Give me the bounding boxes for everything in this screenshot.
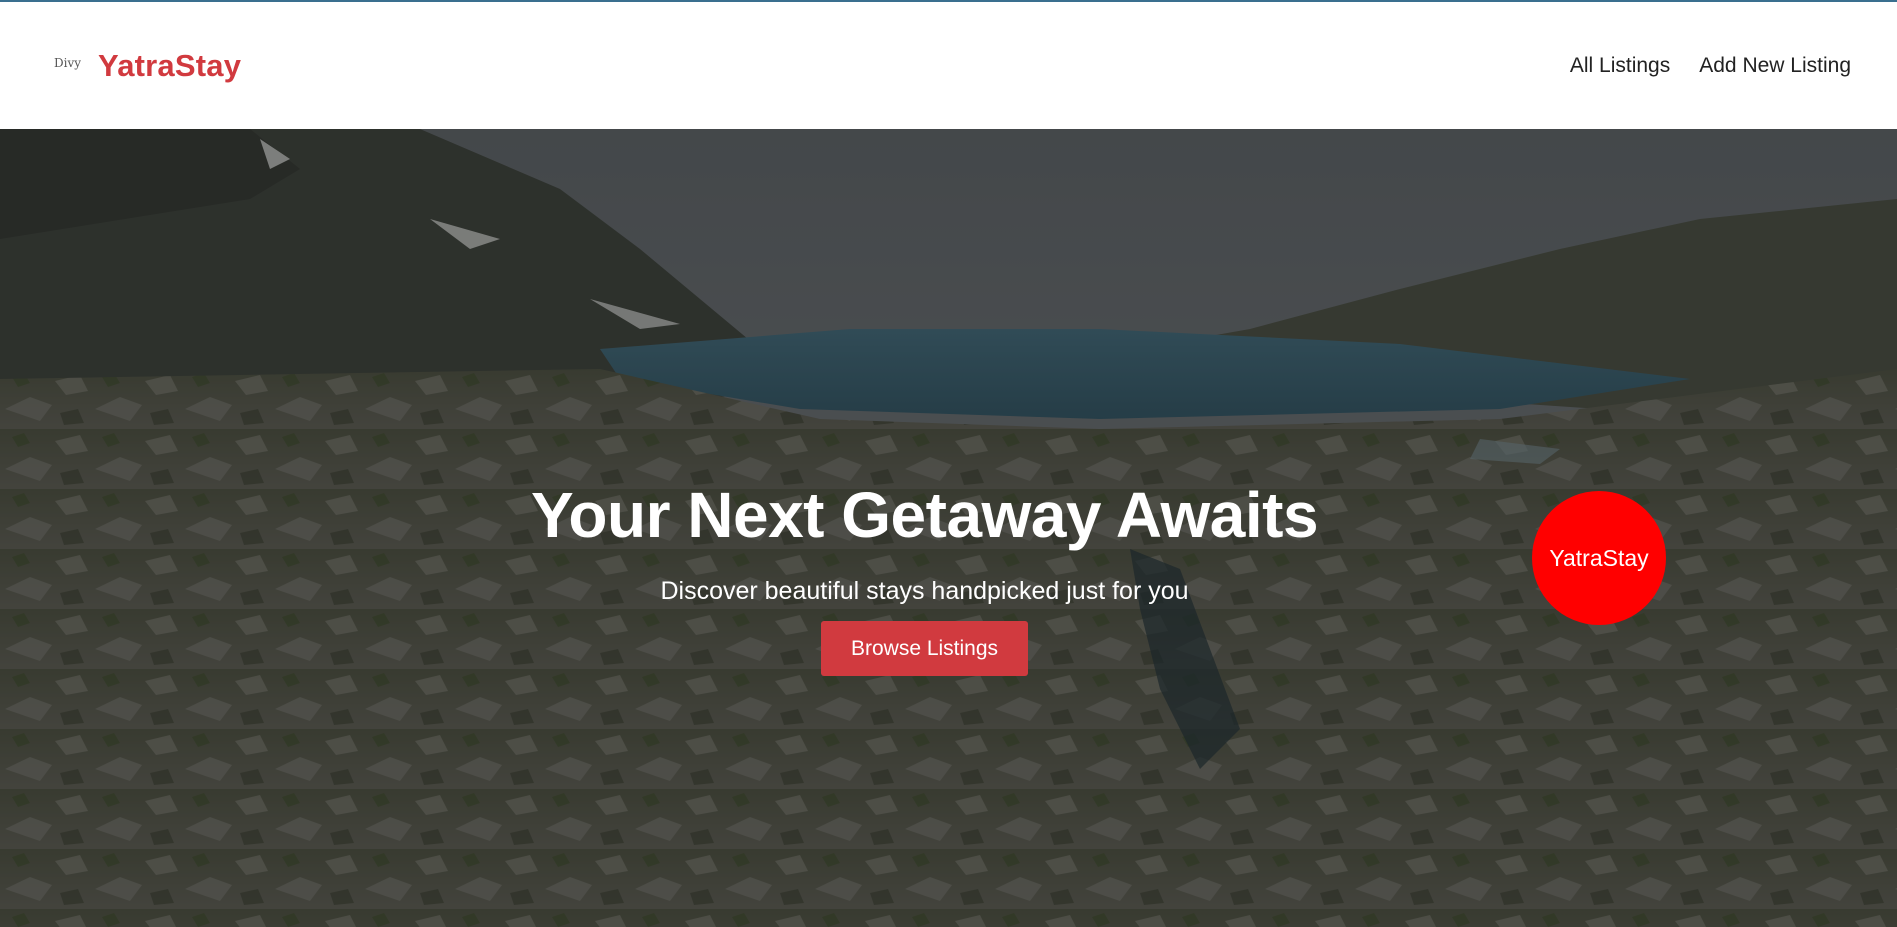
brand-link[interactable]: Divy YatraStay [54,48,241,84]
hero-subtitle: Discover beautiful stays handpicked just… [660,577,1189,605]
brand-name: YatraStay [98,47,242,83]
nav-link-all-listings[interactable]: All Listings [1570,54,1670,78]
nav-links: All Listings Add New Listing [1570,54,1851,78]
browse-listings-button[interactable]: Browse Listings [821,621,1028,676]
nav-link-add-new-listing[interactable]: Add New Listing [1699,54,1851,78]
brand-badge-circle: YatraStay [1532,491,1666,625]
hero-section: Your Next Getaway Awaits Discover beauti… [0,129,1897,927]
brand-logo-broken-image: Divy [54,55,82,70]
hero-title: Your Next Getaway Awaits [530,479,1319,551]
page: Divy YatraStay All Listings Add New List… [0,0,1897,927]
navbar: Divy YatraStay All Listings Add New List… [0,2,1897,129]
